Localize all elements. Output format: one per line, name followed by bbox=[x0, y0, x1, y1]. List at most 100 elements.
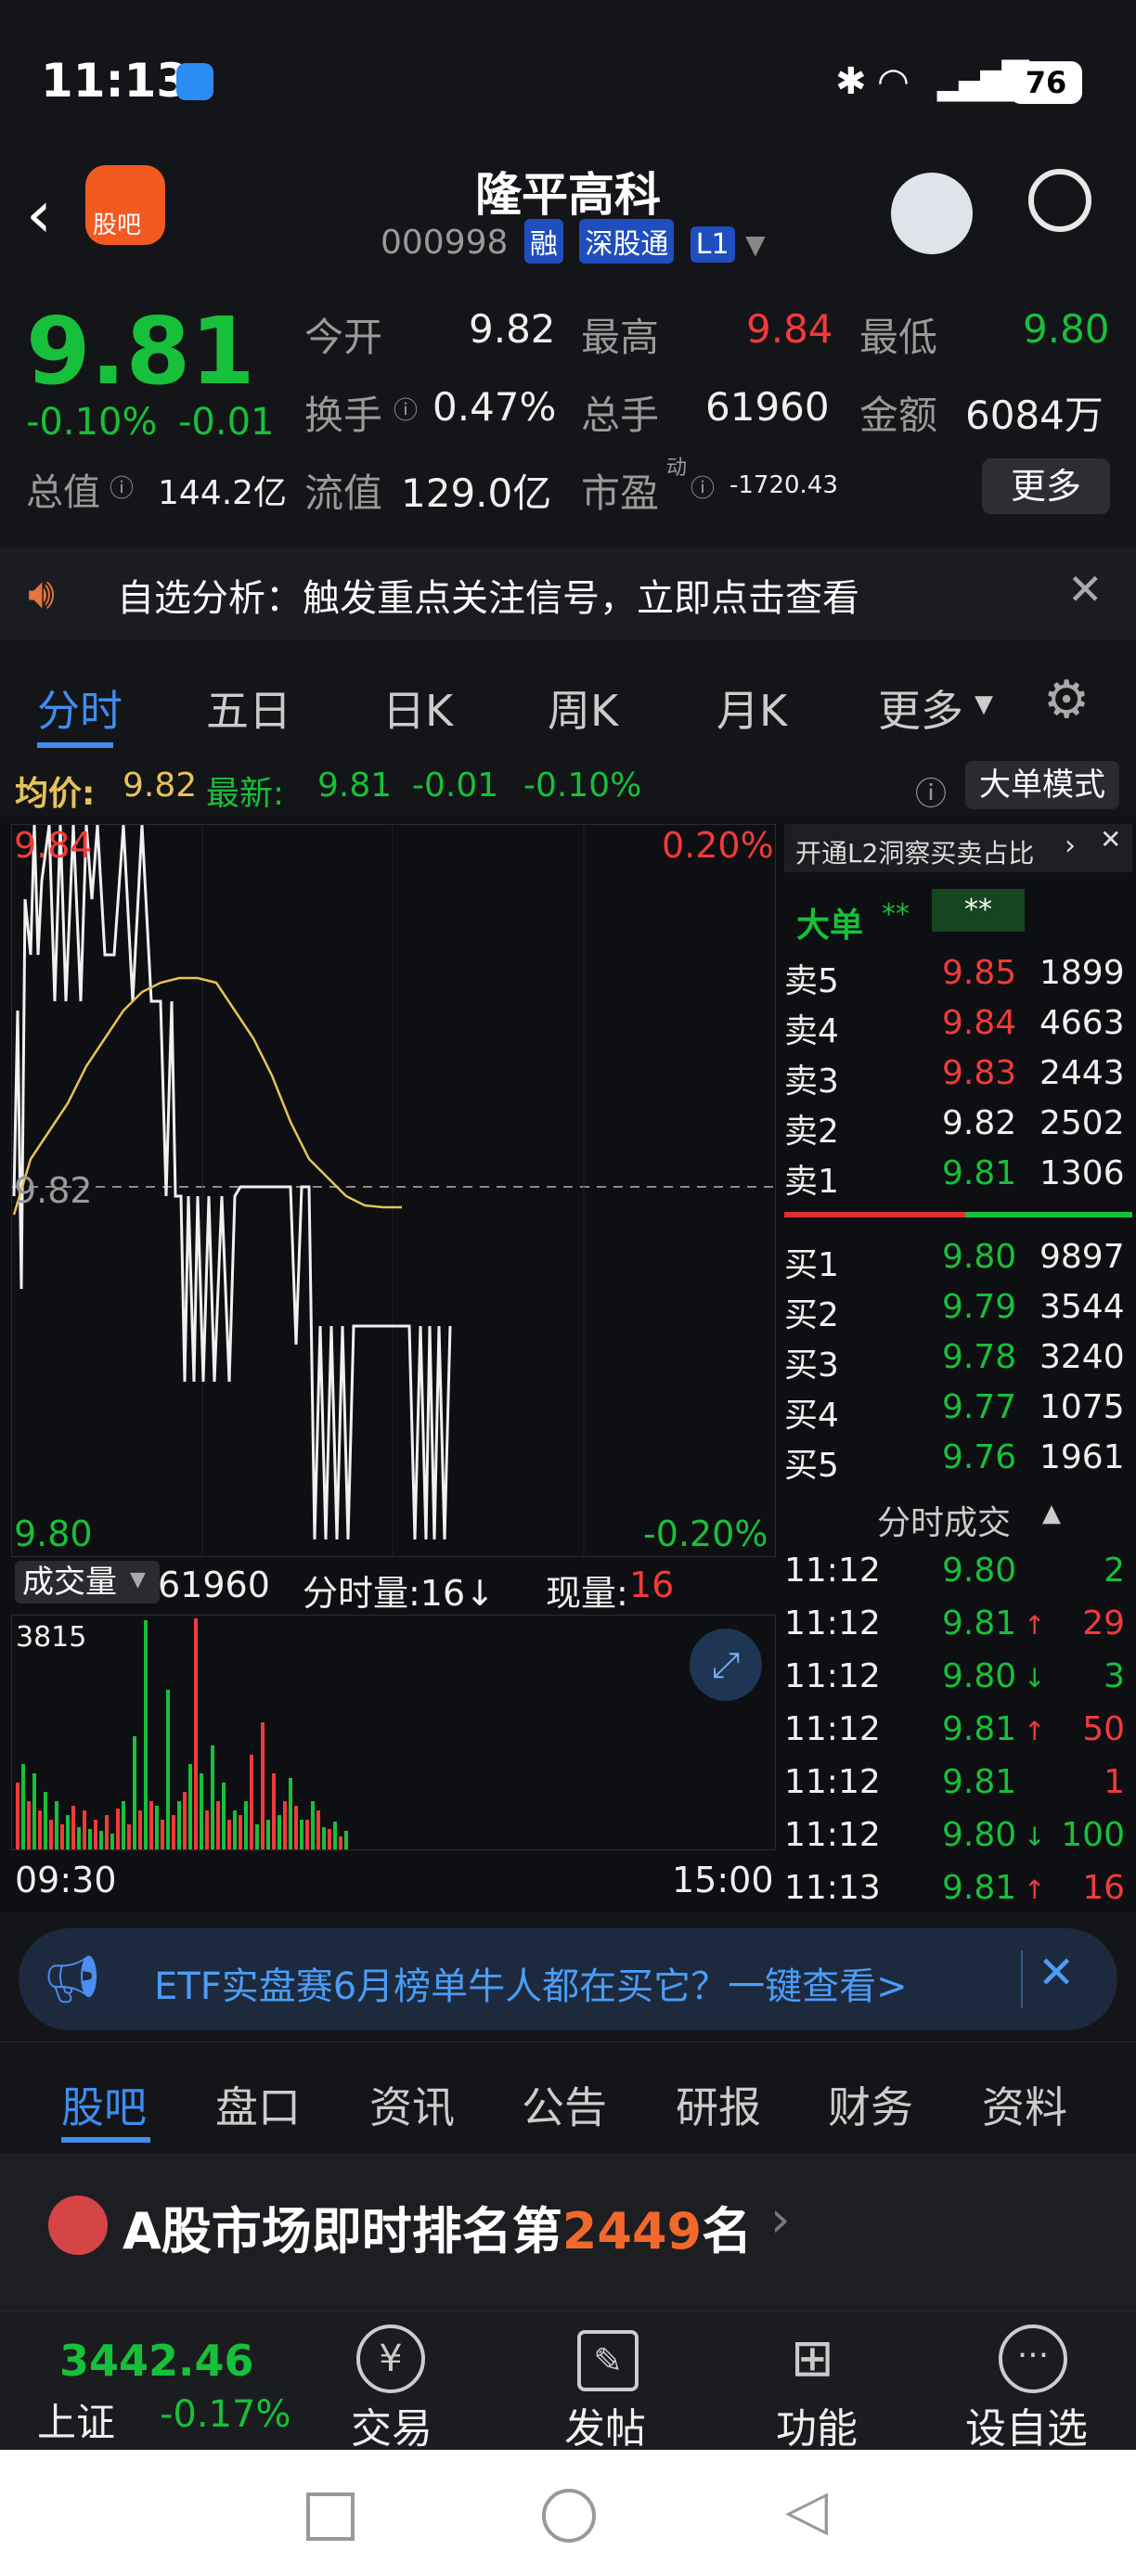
amount-value: 6084万 bbox=[965, 393, 1104, 438]
last-price: 9.81 bbox=[26, 297, 255, 406]
minute-volume: 分时量:16↓ bbox=[303, 1573, 495, 1614]
big-order-mode-button[interactable]: 大单模式 bbox=[965, 761, 1119, 809]
pe-superscript: 动 bbox=[666, 457, 688, 480]
pe-value: -1720.43 bbox=[729, 471, 838, 499]
axis-bottom-price: 9.80 bbox=[14, 1513, 93, 1554]
float-label: 流值 bbox=[304, 470, 383, 516]
tab-underline bbox=[37, 742, 113, 748]
volume-info-row: 成交量 ▼ 61960 分时量:16↓ 现量: 16 bbox=[11, 1555, 774, 1614]
promo-banner[interactable]: 📢︎ ETF实盘赛6月榜单牛人都在买它？一键查看> ✕ bbox=[19, 1928, 1117, 2030]
tab-weekly[interactable]: 周K bbox=[548, 677, 618, 739]
intraday-chart-area: 均价: 9.82 最新: 9.81 -0.01 -0.10% ⓘ 大单模式 9.… bbox=[0, 752, 1136, 1912]
help-icon[interactable]: ⓘ bbox=[915, 768, 947, 814]
home-icon[interactable] bbox=[542, 2489, 596, 2543]
edit-icon: ✎ bbox=[577, 2330, 639, 2391]
nav-post[interactable]: ✎ 发帖 bbox=[557, 2312, 659, 2453]
grid-icon: ⊞ bbox=[791, 2328, 834, 2389]
system-nav-bar: ◁ bbox=[0, 2450, 1136, 2576]
tab-intraday[interactable]: 分时 bbox=[37, 677, 123, 739]
index-name: 上证 bbox=[37, 2400, 116, 2445]
bid-row: 买4 9.77 1075 bbox=[784, 1388, 1125, 1435]
search-icon[interactable] bbox=[1028, 169, 1091, 232]
expand-icon[interactable]: ⤢ bbox=[690, 1629, 762, 1701]
ask-row: 卖1 9.81 1306 bbox=[784, 1154, 1125, 1201]
trade-row: 11:12 9.81 ↑ 29 bbox=[784, 1604, 1125, 1642]
wifi-icon: ◠ bbox=[877, 60, 910, 103]
big-order-label: 大单 bbox=[796, 907, 864, 945]
bid-row: 买1 9.80 9897 bbox=[784, 1238, 1125, 1284]
trade-row: 11:12 9.81 1 bbox=[784, 1763, 1125, 1801]
ask-row: 卖3 9.83 2443 bbox=[784, 1054, 1125, 1101]
back-icon[interactable]: ◁ bbox=[785, 2478, 828, 2543]
rank-text: A股市场即时排名第2449名 bbox=[123, 2202, 753, 2260]
nav-trade[interactable]: ¥ 交易 bbox=[343, 2312, 445, 2453]
bluetooth-icon: ✱ bbox=[835, 60, 867, 103]
more-button[interactable]: 更多 bbox=[982, 458, 1110, 514]
price-chart[interactable]: 9.84 9.82 9.80 0.20% -0.20% bbox=[11, 824, 776, 1557]
message-icon bbox=[176, 63, 213, 100]
tab-pankou[interactable]: 盘口 bbox=[215, 2074, 301, 2135]
mktcap-label: 总值 bbox=[26, 471, 100, 514]
tab-news[interactable]: 资讯 bbox=[369, 2074, 455, 2135]
trade-row: 11:13 9.81 ↑ 16 bbox=[784, 1869, 1125, 1907]
status-time: 11:13 bbox=[41, 54, 189, 108]
gear-icon[interactable]: ⚙ bbox=[1043, 670, 1090, 730]
l2-promo[interactable]: 开通L2洞察买卖占比 › ✕ bbox=[784, 824, 1132, 872]
nav-functions[interactable]: ⊞ 功能 bbox=[768, 2312, 871, 2453]
chevron-up-icon: ▲ bbox=[1042, 1500, 1061, 1527]
float-value: 129.0亿 bbox=[401, 470, 552, 516]
tab-more[interactable]: 更多 bbox=[878, 677, 963, 739]
low-label: 最低 bbox=[859, 315, 938, 360]
change-pct: -0.10% bbox=[26, 401, 158, 444]
close-icon[interactable]: ✕ bbox=[1038, 1947, 1075, 1999]
tab-guba[interactable]: 股吧 bbox=[61, 2074, 147, 2135]
volume-chart[interactable]: 3815 ⤢ bbox=[11, 1615, 776, 1850]
chevron-right-icon: › bbox=[770, 2190, 791, 2248]
change-abs: -0.01 bbox=[178, 401, 275, 444]
rank-number: 2449 bbox=[562, 2202, 703, 2260]
index-value: 3442.46 bbox=[59, 2336, 254, 2386]
tab-profile[interactable]: 资料 bbox=[982, 2074, 1067, 2135]
close-icon[interactable]: ✕ bbox=[1100, 824, 1121, 855]
pe-label: 市盈 bbox=[581, 470, 660, 516]
info-icon: ⓘ bbox=[691, 475, 716, 503]
market-rank-card[interactable]: A股市场即时排名第2449名 › bbox=[0, 2153, 1136, 2311]
tab-5day[interactable]: 五日 bbox=[206, 677, 291, 739]
trade-row: 11:12 9.80 2 bbox=[784, 1552, 1125, 1590]
info-icon: ⓘ bbox=[110, 475, 135, 503]
battery-icon: 76 bbox=[1010, 61, 1082, 104]
alert-text: 自选分析：触发重点关注信号，立即点击查看 bbox=[117, 577, 859, 620]
axis-top-pct: 0.20% bbox=[662, 825, 774, 866]
tab-daily[interactable]: 日K bbox=[382, 677, 453, 739]
alert-bar[interactable]: 🔊︎ 自选分析：触发重点关注信号，立即点击查看 ✕ bbox=[0, 547, 1136, 640]
tab-underline bbox=[61, 2137, 150, 2143]
index-change: -0.17% bbox=[160, 2393, 291, 2436]
ask-row: 卖4 9.84 4663 bbox=[784, 1004, 1125, 1050]
price-chart-svg bbox=[12, 824, 775, 1556]
recent-apps-icon[interactable] bbox=[306, 2492, 355, 2541]
tag-margin: 融 bbox=[523, 219, 563, 264]
high-label: 最高 bbox=[581, 315, 660, 360]
megaphone-icon: 📢︎ bbox=[43, 1952, 102, 2006]
info-icon: ⓘ bbox=[394, 397, 419, 425]
rank-icon bbox=[48, 2196, 108, 2255]
robot-avatar[interactable] bbox=[891, 173, 973, 254]
tab-finance[interactable]: 财务 bbox=[828, 2074, 913, 2135]
trade-row: 11:12 9.80 ↓ 3 bbox=[784, 1657, 1125, 1695]
tab-announcements[interactable]: 公告 bbox=[522, 2074, 607, 2135]
turnover-value: 0.47% bbox=[432, 384, 557, 430]
yen-icon: ¥ bbox=[356, 2325, 425, 2393]
volume-label: 总手 bbox=[581, 393, 660, 438]
latest-change: -0.01 bbox=[412, 766, 499, 805]
chevron-down-icon: ▼ bbox=[130, 1568, 146, 1591]
latest-label: 最新: bbox=[206, 775, 285, 813]
tab-research[interactable]: 研报 bbox=[676, 2074, 761, 2135]
banner-text: ETF实盘赛6月榜单牛人都在买它？一键查看> bbox=[154, 1965, 908, 2008]
axis-bottom-pct: -0.20% bbox=[643, 1513, 768, 1554]
trades-header[interactable]: 分时成交 ▲ bbox=[784, 1490, 1132, 1542]
tab-monthly[interactable]: 月K bbox=[716, 677, 787, 739]
chevron-down-icon: ▼ bbox=[975, 690, 993, 718]
nav-add-watchlist[interactable]: ··· 设自选 bbox=[962, 2312, 1101, 2453]
index-ticker[interactable]: 3442.46 上证 -0.17% bbox=[0, 2312, 316, 2451]
close-icon[interactable]: ✕ bbox=[1067, 564, 1104, 614]
